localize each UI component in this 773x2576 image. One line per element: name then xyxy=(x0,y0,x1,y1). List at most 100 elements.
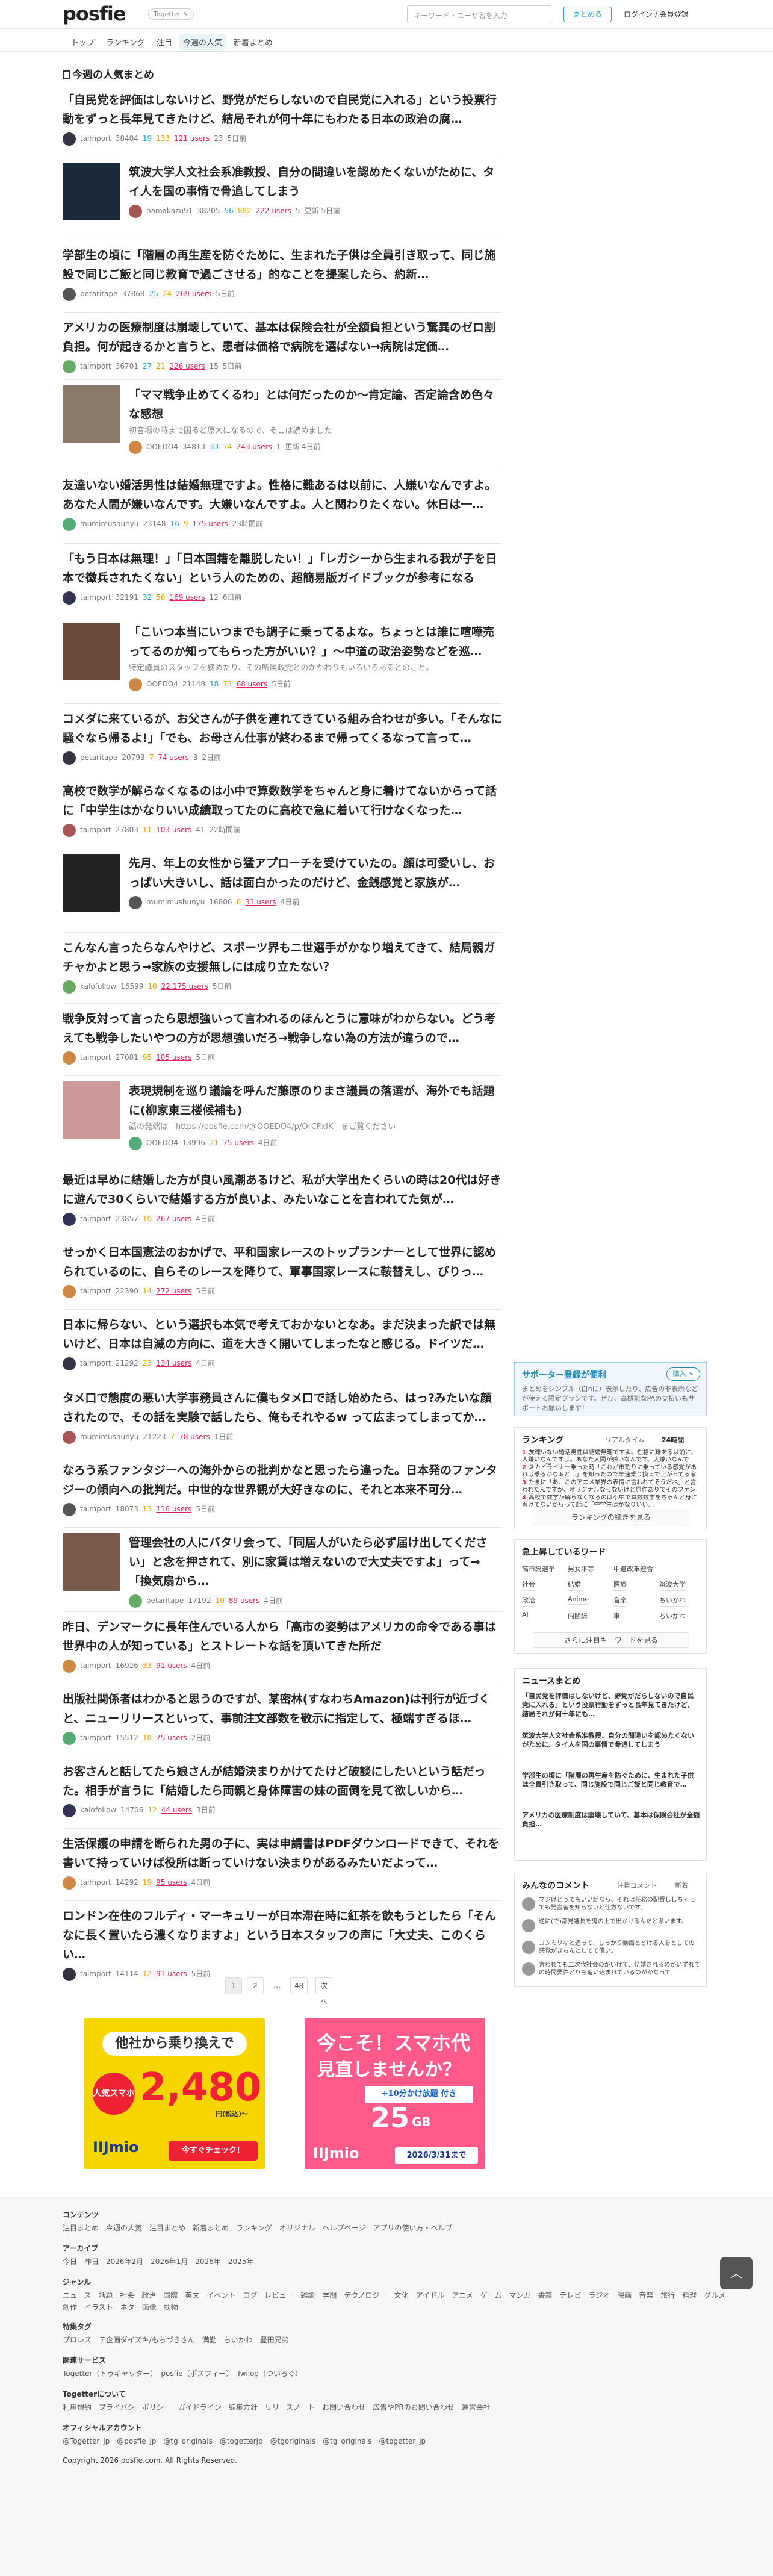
avatar[interactable] xyxy=(129,1136,142,1150)
supporter-buy-button[interactable]: 購入 > xyxy=(666,1367,700,1381)
author-name[interactable]: taimport xyxy=(80,1359,111,1367)
ranking-item[interactable]: 4 高校で数学が解らなくなるのは小中で算数数学をちゃんと身に着けてないからって話に… xyxy=(522,1495,700,1509)
matome-title[interactable]: 出版社関係者はわかると思うのですが、某密林(すなわちAmazon)は刊行が近づく… xyxy=(63,1690,502,1728)
avatar[interactable] xyxy=(63,1284,76,1298)
comment-item[interactable]: マジけどうでもいい話なら、それは任務の配置ししちゃっても発言者を知らないと仕方な… xyxy=(522,1896,700,1913)
keyword-tag[interactable]: 結婚 xyxy=(568,1579,581,1591)
ad-cta[interactable]: 今すぐチェック！ xyxy=(169,2141,258,2161)
users-count[interactable]: 272 users xyxy=(156,1287,191,1295)
author-name[interactable]: taimport xyxy=(80,593,111,602)
author-name[interactable]: petaritape xyxy=(80,753,117,762)
keyword-tag[interactable]: 筑波大学 xyxy=(659,1579,686,1591)
matome-thumbnail[interactable] xyxy=(63,1533,120,1591)
matome-title[interactable]: 最近は早めに結婚した方が良い風潮あるけど、私が大学出たくらいの時は20代は好きに… xyxy=(63,1171,502,1209)
author-name[interactable]: OOEDO4 xyxy=(146,1139,178,1147)
users-count[interactable]: 121 users xyxy=(174,134,210,143)
avatar[interactable] xyxy=(63,132,76,146)
news-item[interactable]: 筑波大学人文社会系准教授、自分の間違いを認めたくないがために、タイ人を国の事情で… xyxy=(522,1731,700,1759)
avatar[interactable] xyxy=(63,1502,76,1516)
matome-title[interactable]: お客さんと話してたら娘さんが結婚決まりかけてたけど破談にしたいという話だった。相… xyxy=(63,1762,502,1800)
matome-title[interactable]: 「自民党を評価はしないけど、野党がだらしないので自民党に入れる」という投票行動を… xyxy=(63,90,502,129)
avatar[interactable] xyxy=(129,1594,142,1608)
matome-title[interactable]: せっかく日本国憲法のおかげで、平和国家レースのトップランナーとして世界に認められ… xyxy=(63,1243,502,1281)
ad-cta[interactable]: 2026/3/31まで xyxy=(395,2147,478,2164)
nav-weekly[interactable]: 今週の人気 xyxy=(179,34,226,50)
page-last[interactable]: 48 xyxy=(290,1977,308,1994)
news-item[interactable]: アメリカの医療制度は崩壊していて、基本は保険会社が全額負担… xyxy=(522,1811,700,1838)
author-name[interactable]: taimport xyxy=(80,362,111,370)
footer-about-links[interactable]: 利用規約 プライバシーポリシー ガイドライン 編集方針 リリースノート お問い合… xyxy=(63,2402,491,2412)
author-name[interactable]: mumimushunyu xyxy=(80,520,138,528)
matome-title[interactable]: 学部生の頃に「階層の再生産を防ぐために、生まれた子供は全員引き取って、同じ施設で… xyxy=(63,246,502,284)
matome-title[interactable]: コメダに来ているが、お父さんが子供を連れてきている組み合わせが多い。「そんなに騒… xyxy=(63,709,502,748)
footer-genre-links-2[interactable]: 創作 イラスト ネタ 画像 動物 xyxy=(63,2302,178,2312)
keyword-tag[interactable]: 社会 xyxy=(522,1579,535,1591)
ranking-item[interactable]: 1 友達いない婚活男性は結婚無理ですよ。性格に難あるは前に、人嫌いなんですよ。あな… xyxy=(522,1449,700,1464)
avatar[interactable] xyxy=(63,517,76,531)
keyword-tag[interactable]: 医療 xyxy=(613,1579,627,1591)
matome-item[interactable]: 最近は早めに結婚した方が良い風潮あるけど、私が大学出たくらいの時は20代は好きに… xyxy=(63,1171,502,1226)
site-logo[interactable]: posfie xyxy=(63,2,126,25)
news-item[interactable]: 「自民党を評価はしないけど、野党がだらしないので自民党に入れる」という投票行動を… xyxy=(522,1691,700,1719)
users-count[interactable]: 22 175 users xyxy=(161,982,208,991)
matome-item[interactable]: 表現規制を巡り議論を呼んだ藤原のりまさ議員の落選が、海外でも話題に(柳家東三楼候… xyxy=(63,1081,502,1150)
ranking-item-title[interactable]: スカイライナー乗った時「これが市割りに乗っている感覚があれば乗るかなぁと…」を知… xyxy=(522,1464,697,1479)
comment-item[interactable]: コンミリなと違って、しっかり動画とどける人をとしての感覚がきちんとしてて偉い。 xyxy=(522,1940,700,1956)
ad-banner-2[interactable]: 今こそ！スマホ代 見直しませんか？ +10分かけ放題 付き 25 GB IIJm… xyxy=(305,2018,485,2169)
avatar[interactable] xyxy=(63,1731,76,1745)
users-count[interactable]: 267 users xyxy=(156,1215,191,1223)
users-count[interactable]: 134 users xyxy=(156,1359,191,1367)
matome-item[interactable]: 昨日、デンマークに長年住んでいる人から「高市の姿勢はアメリカの命令である事は世界… xyxy=(63,1617,502,1673)
users-count[interactable]: 116 users xyxy=(156,1505,191,1513)
avatar[interactable] xyxy=(63,751,76,765)
author-name[interactable]: taimport xyxy=(80,1215,111,1223)
author-name[interactable]: mumimushunyu xyxy=(80,1433,138,1441)
nav-featured[interactable]: 注目 xyxy=(153,34,176,50)
users-count[interactable]: 78 users xyxy=(179,1433,210,1441)
avatar[interactable] xyxy=(129,440,142,454)
matome-item[interactable]: なろう系ファンタジーへの海外からの批判かなと思ったら違った。日本発のファンタジー… xyxy=(63,1461,502,1516)
avatar[interactable] xyxy=(63,1051,76,1065)
author-name[interactable]: taimport xyxy=(80,1878,111,1887)
users-count[interactable]: 269 users xyxy=(176,290,211,298)
matome-title[interactable]: なろう系ファンタジーへの海外からの批判かなと思ったら違った。日本発のファンタジー… xyxy=(63,1461,502,1499)
keyword-tag[interactable]: 車 xyxy=(613,1611,620,1622)
keyword-tag[interactable]: 男女平等 xyxy=(568,1564,594,1575)
author-name[interactable]: taimport xyxy=(80,1287,111,1295)
comments-tab-new[interactable]: 新着 xyxy=(675,1881,688,1890)
matome-item[interactable]: 学部生の頃に「階層の再生産を防ぐために、生まれた子供は全員引き取って、同じ施設で… xyxy=(63,246,502,301)
nav-ranking[interactable]: ランキング xyxy=(102,34,149,50)
users-count[interactable]: 175 users xyxy=(193,520,228,528)
author-name[interactable]: kalofollow xyxy=(80,1806,116,1814)
nav-new[interactable]: 新着まとめ xyxy=(230,34,276,50)
avatar[interactable] xyxy=(63,1967,76,1981)
page-next[interactable]: 次へ xyxy=(315,1977,332,2006)
keyword-tag[interactable]: ちいかわ xyxy=(659,1611,686,1622)
ranking-tab-24h[interactable]: 24時間 xyxy=(662,1435,684,1445)
users-count[interactable]: 105 users xyxy=(156,1053,191,1062)
keyword-tag[interactable]: 高市総選挙 xyxy=(522,1564,555,1575)
users-count[interactable]: 222 users xyxy=(256,207,291,215)
footer-genre-links[interactable]: ニュース 話題 社会 政治 国際 英文 イベント ログ レビュー 雑談 学問 テ… xyxy=(63,2290,725,2300)
avatar[interactable] xyxy=(129,677,142,691)
users-count[interactable]: 75 users xyxy=(156,1734,187,1742)
ranking-item-title[interactable]: 友達いない婚活男性は結婚無理ですよ。性格に難あるは前に、人嫌いなんですよ。あなた… xyxy=(522,1449,697,1464)
avatar[interactable] xyxy=(63,359,76,373)
users-count[interactable]: 74 users xyxy=(158,753,189,762)
page-1[interactable]: 1 xyxy=(225,1977,242,1994)
matome-item[interactable]: 日本に帰らない、という選択も本気で考えておかないとなあ。まだ決まった訳では無いけ… xyxy=(63,1315,502,1370)
ranking-item[interactable]: 3 たまに「あ、このアニメ業界の表情に言われてそうだね」と言われたんですが、オリジ… xyxy=(522,1479,700,1494)
author-name[interactable]: mumimushunyu xyxy=(146,898,205,906)
keyword-tag[interactable]: Anime xyxy=(568,1595,589,1605)
comment-item[interactable]: 言われても二次代社会のがいけて、結婚されるのがいずれての時間要件とりも追い込まれ… xyxy=(522,1961,700,1978)
footer-official-links[interactable]: @Togetter_jp @posfie_jp @tg_originals @t… xyxy=(63,2436,426,2446)
users-count[interactable]: 31 users xyxy=(245,898,276,906)
author-name[interactable]: hamakazu91 xyxy=(146,207,193,215)
matome-item[interactable]: 「自民党を評価はしないけど、野党がだらしないので自民党に入れる」という投票行動を… xyxy=(63,90,502,146)
matome-thumbnail[interactable] xyxy=(63,623,120,680)
author-name[interactable]: taimport xyxy=(80,1053,111,1062)
matome-item[interactable]: こんなん言ったらなんやけど、スポーツ界もニ世選手がかなり増えてきて、結局親ガチャ… xyxy=(63,938,502,994)
matome-title[interactable]: 表現規制を巡り議論を呼んだ藤原のりまさ議員の落選が、海外でも話題に(柳家東三楼候… xyxy=(129,1081,502,1120)
avatar[interactable] xyxy=(63,1430,76,1444)
users-count[interactable]: 44 users xyxy=(161,1806,193,1814)
